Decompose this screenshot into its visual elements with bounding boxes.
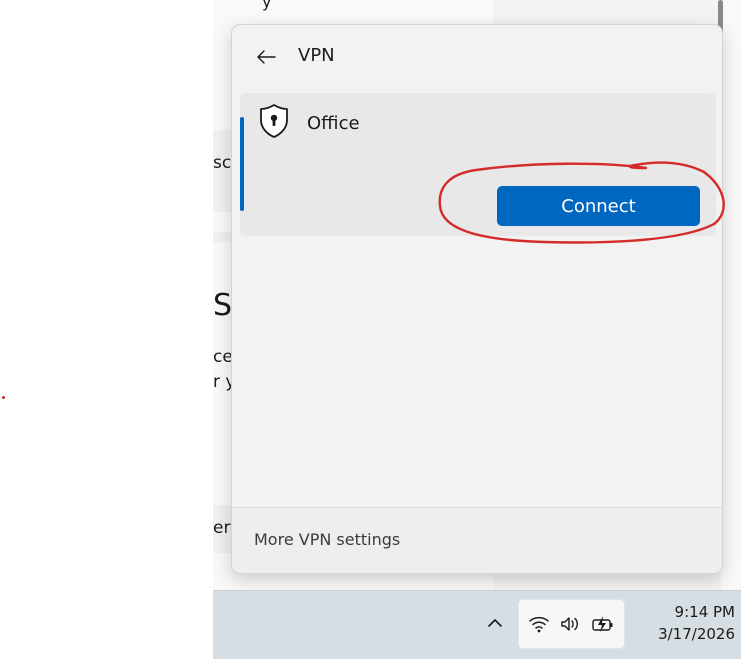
connect-button[interactable]: Connect: [497, 186, 700, 226]
background-text-fragment: er: [213, 518, 231, 538]
clock-date: 3/17/2026: [658, 625, 735, 643]
taskbar: 9:14 PM 3/17/2026: [213, 590, 741, 659]
more-vpn-settings-link[interactable]: More VPN settings: [254, 530, 400, 549]
vpn-connection-office[interactable]: Office Connect: [240, 93, 716, 236]
background-text-fragment: ce: [213, 347, 233, 367]
vpn-flyout: VPN Office Connect More VPN settings: [231, 24, 723, 574]
show-hidden-icons-button[interactable]: [483, 611, 507, 635]
background-text-fragment: r y: [213, 372, 233, 392]
selection-indicator: [240, 117, 244, 211]
arrow-left-icon: [257, 50, 276, 64]
system-tray-group[interactable]: [518, 599, 625, 649]
volume-icon: [559, 612, 583, 636]
background-text-fragment: scr: [213, 153, 233, 173]
background-text-fragment: y: [262, 0, 272, 11]
chevron-up-icon: [488, 619, 502, 627]
shield-keyhole-icon: [260, 104, 288, 138]
flyout-title: VPN: [298, 45, 335, 66]
vpn-connection-name: Office: [307, 113, 360, 134]
background-heading-fragment: SS: [213, 288, 233, 323]
annotation-dot: [2, 396, 5, 399]
taskbar-clock[interactable]: 9:14 PM 3/17/2026: [631, 601, 735, 649]
wifi-icon: [527, 612, 551, 636]
back-button[interactable]: [252, 43, 280, 71]
clock-time: 9:14 PM: [674, 603, 735, 621]
battery-charging-icon: [591, 612, 615, 636]
flyout-header: VPN: [232, 25, 722, 87]
flyout-footer: More VPN settings: [232, 508, 722, 573]
